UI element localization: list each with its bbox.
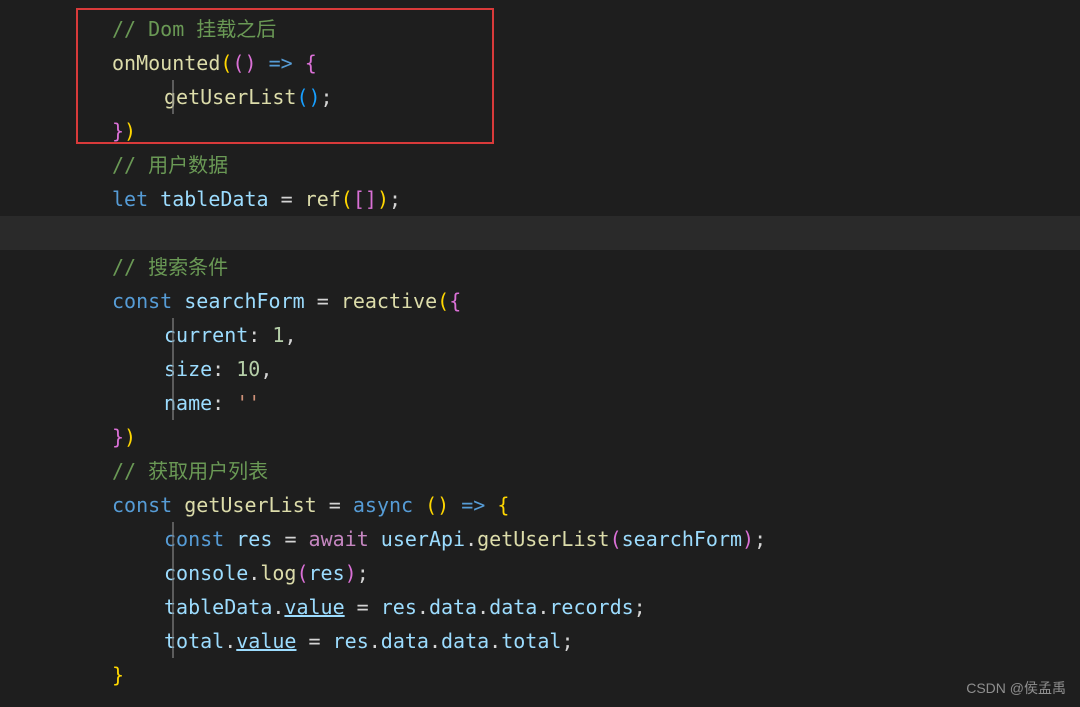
code-line: // 搜索条件	[60, 250, 1080, 284]
code-line: size: 10,	[60, 352, 1080, 386]
code-line: }	[60, 658, 1080, 692]
code-line: const searchForm = reactive({	[60, 284, 1080, 318]
code-line: // 用户数据	[60, 148, 1080, 182]
watermark: CSDN @侯孟禹	[966, 677, 1066, 701]
code-line: total.value = res.data.data.total;	[60, 624, 1080, 658]
code-line: tableData.value = res.data.data.records;	[60, 590, 1080, 624]
code-line: const getUserList = async () => {	[60, 488, 1080, 522]
code-line: onMounted(() => {	[60, 46, 1080, 80]
current-line-highlight	[0, 216, 1080, 250]
code-line: console.log(res);	[60, 556, 1080, 590]
code-line: current: 1,	[60, 318, 1080, 352]
comment: // Dom 挂载之后	[112, 12, 276, 46]
code-line: let tableData = ref([]);	[60, 182, 1080, 216]
comment: // 获取用户列表	[112, 454, 268, 488]
code-line: name: ''	[60, 386, 1080, 420]
code-editor[interactable]: // Dom 挂载之后 onMounted(() => { getUserLis…	[0, 0, 1080, 704]
code-line: // Dom 挂载之后	[60, 12, 1080, 46]
code-line: })	[60, 114, 1080, 148]
comment: // 搜索条件	[112, 250, 228, 284]
code-line: const res = await userApi.getUserList(se…	[60, 522, 1080, 556]
code-line: // 获取用户列表	[60, 454, 1080, 488]
comment: // 用户数据	[112, 148, 228, 182]
code-line: })	[60, 420, 1080, 454]
fn-call: onMounted	[112, 46, 220, 80]
fn-call: getUserList	[164, 80, 296, 114]
code-line: getUserList();	[60, 80, 1080, 114]
